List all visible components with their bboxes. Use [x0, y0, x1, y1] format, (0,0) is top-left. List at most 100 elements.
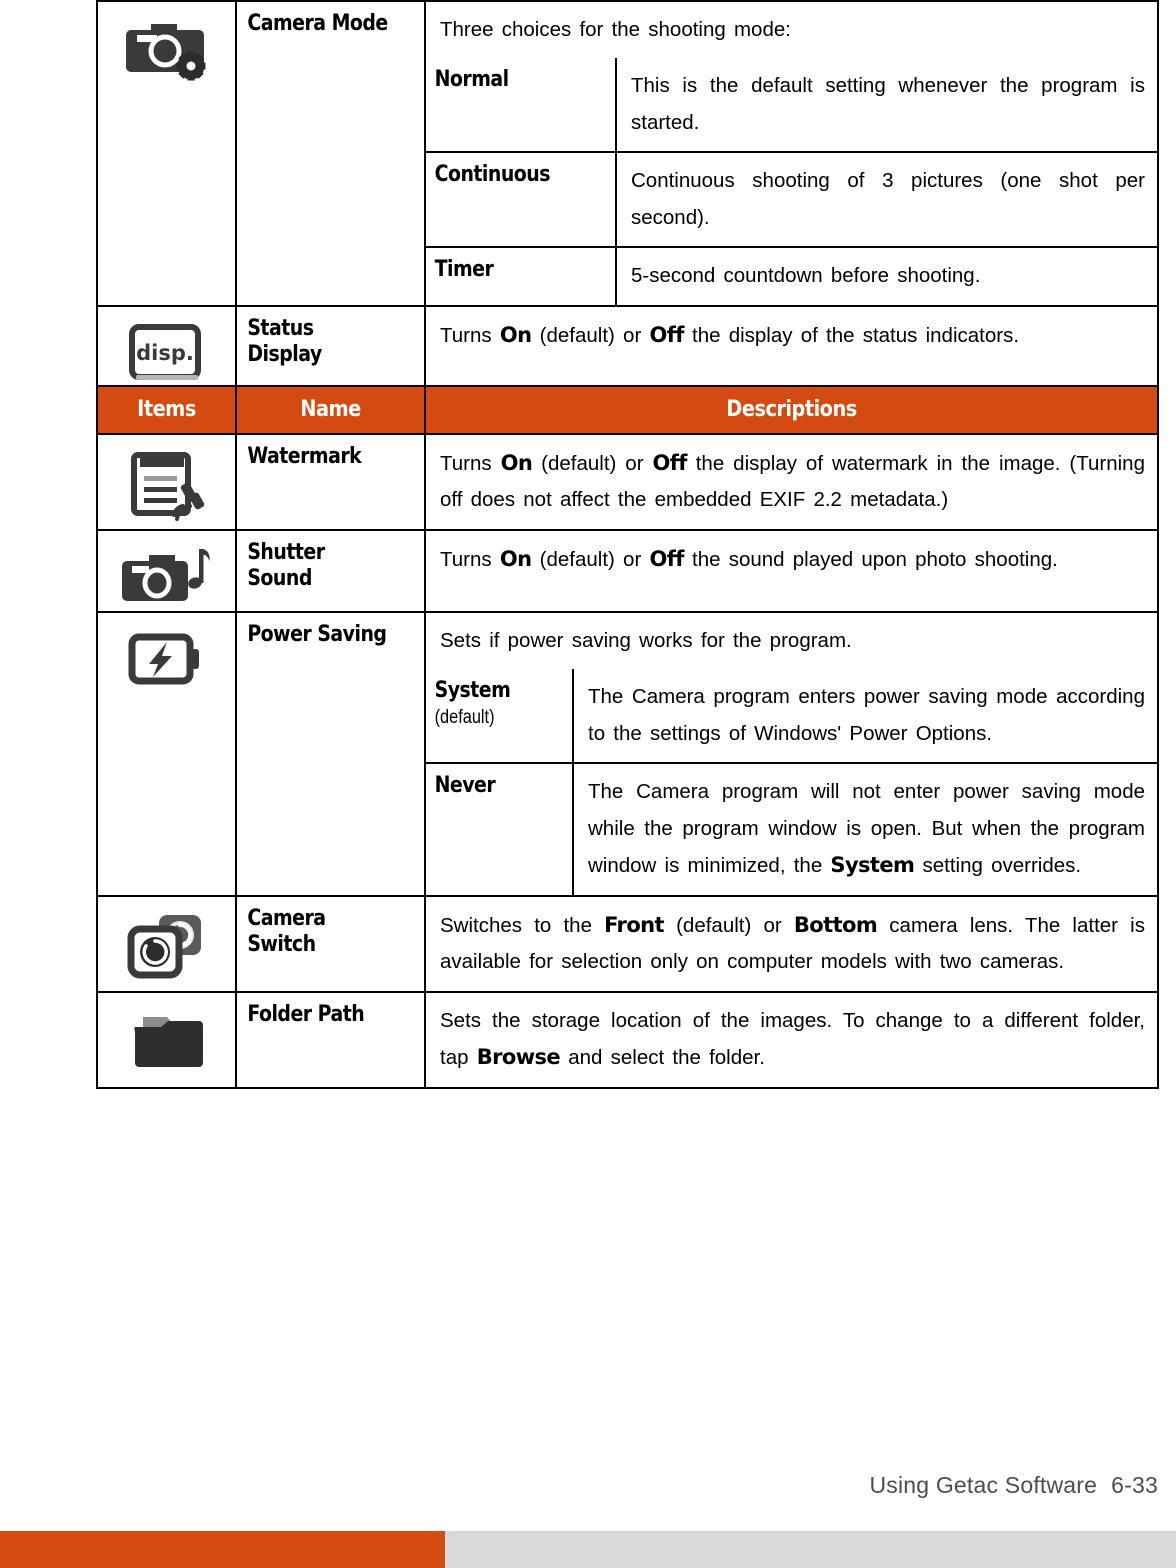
sub-name-cell-normal: Normal: [426, 58, 617, 154]
sub-desc-cell-normal: This is the default setting whenever the…: [616, 58, 1157, 154]
sub-row-normal: Normal This is the default setting whene…: [426, 58, 1157, 154]
camera-mode-intro: Three choices for the shooting mode:: [440, 18, 791, 41]
name-cell-watermark: Watermark: [235, 432, 426, 531]
page-footer: Using Getac Software 6-33: [869, 1472, 1158, 1499]
sub-name-cell-system: System (default): [426, 669, 574, 765]
sub-setting-desc: This is the default setting whenever the…: [631, 74, 1145, 134]
sub-setting-desc: 5-second countdown before shooting.: [631, 264, 981, 288]
icon-cell-shutter-sound: [96, 528, 237, 613]
header-descriptions-label: Descriptions: [726, 397, 857, 423]
document-page: Camera Mode Three choices for the shooti…: [0, 0, 1176, 1568]
sub-desc-cell-continuous: Continuous shooting of 3 pictures (one s…: [616, 151, 1157, 249]
name-cell-status-display: Status Display: [235, 304, 426, 387]
desc-cell-shutter-sound: Turns On (default) or Off the sound play…: [424, 528, 1159, 613]
setting-name: Status Display: [247, 315, 322, 367]
sub-row-never: Never The Camera program will not enter …: [426, 762, 1157, 895]
camera-mode-subtable: Normal This is the default setting whene…: [426, 58, 1157, 305]
power-saving-subtable: System (default) The Camera program ente…: [426, 669, 1157, 895]
settings-table: Camera Mode Three choices for the shooti…: [96, 0, 1159, 1089]
header-cell-descriptions: Descriptions: [424, 384, 1159, 435]
value-on: On: [499, 322, 532, 347]
icon-cell-watermark: [96, 432, 237, 531]
sub-setting-name: Timer: [434, 257, 494, 283]
value-off: Off: [652, 450, 687, 475]
setting-name: Camera Mode: [247, 11, 388, 36]
value-browse: Browse: [476, 1045, 561, 1070]
setting-name: Watermark: [247, 443, 362, 469]
icon-cell-folder-path: [96, 990, 237, 1089]
table-row-status-display: disp. Status Display Turns On (default) …: [96, 304, 1159, 387]
svg-text:disp.: disp.: [136, 341, 194, 365]
folder-icon: [98, 993, 235, 1073]
value-off: Off: [649, 546, 684, 571]
table-header-row: Items Name Descriptions: [96, 384, 1159, 435]
table-row-folder-path: Folder Path Sets the storage location of…: [96, 990, 1159, 1089]
sub-desc-cell-never: The Camera program will not enter power …: [573, 762, 1157, 895]
icon-cell-power-saving: [96, 610, 237, 897]
setting-desc: Turns On (default) or Off the display of…: [440, 450, 1145, 512]
sub-name-cell-continuous: Continuous: [426, 151, 617, 249]
desc-cell-status-display: Turns On (default) or Off the display of…: [424, 304, 1159, 387]
header-name-label: Name: [300, 397, 361, 423]
name-cell-folder-path: Folder Path: [235, 990, 426, 1089]
sub-setting-desc: The Camera program enters power saving m…: [588, 685, 1145, 745]
value-on: On: [500, 450, 533, 475]
setting-desc: Switches to the Front (default) or Botto…: [440, 912, 1145, 974]
sub-desc-cell-system: The Camera program enters power saving m…: [573, 669, 1157, 765]
footer-page-number: 6-33: [1111, 1472, 1158, 1498]
header-cell-name: Name: [235, 384, 426, 435]
name-cell-camera-switch: Camera Switch: [235, 894, 426, 993]
watermark-icon: [98, 435, 235, 525]
sub-name-cell-timer: Timer: [426, 246, 617, 305]
sub-desc-cell-timer: 5-second countdown before shooting.: [616, 246, 1157, 305]
setting-name: Power Saving: [247, 621, 387, 647]
table-row-camera-mode: Camera Mode Three choices for the shooti…: [96, 0, 1159, 307]
sub-setting-name: Continuous: [434, 162, 551, 188]
camera-settings-icon: [98, 2, 235, 84]
icon-cell-camera-mode: [96, 0, 237, 307]
desc-cell-power-saving: Sets if power saving works for the progr…: [424, 610, 1159, 897]
value-front: Front: [604, 912, 664, 937]
sub-setting-default-note: (default): [434, 706, 495, 728]
name-cell-camera-mode: Camera Mode: [235, 0, 426, 307]
sub-setting-desc: The Camera program will not enter power …: [588, 780, 1145, 878]
table-row-camera-switch: Camera Switch Switches to the Front (def…: [96, 894, 1159, 993]
setting-desc: Sets the storage location of the images.…: [440, 1008, 1145, 1070]
sub-setting-name: System (default): [426, 669, 552, 738]
setting-desc: Turns On (default) or Off the sound play…: [440, 546, 1058, 571]
value-system: System: [830, 853, 915, 878]
desc-cell-camera-switch: Switches to the Front (default) or Botto…: [424, 894, 1159, 993]
power-saving-intro: Sets if power saving works for the progr…: [440, 628, 852, 652]
shutter-sound-icon: [98, 531, 235, 611]
name-cell-power-saving: Power Saving: [235, 610, 426, 897]
sub-row-timer: Timer 5-second countdown before shooting…: [426, 246, 1157, 305]
icon-cell-camera-switch: [96, 894, 237, 993]
power-saving-icon: [98, 613, 235, 693]
value-bottom: Bottom: [793, 912, 878, 937]
icon-cell-status-display: disp.: [96, 304, 237, 387]
camera-switch-icon: [98, 897, 235, 983]
sub-name-cell-never: Never: [426, 762, 574, 895]
setting-name: Folder Path: [247, 1001, 365, 1027]
desc-cell-watermark: Turns On (default) or Off the display of…: [424, 432, 1159, 531]
setting-name: Camera Switch: [247, 905, 326, 957]
table-row-power-saving: Power Saving Sets if power saving works …: [96, 610, 1159, 897]
name-cell-shutter-sound: Shutter Sound: [235, 528, 426, 613]
setting-desc: Turns On (default) or Off the display of…: [440, 322, 1020, 347]
footer-orange-bar: [0, 1531, 445, 1568]
disp-button-icon: disp.: [98, 307, 235, 385]
footer-decoration-bar: [0, 1531, 1176, 1568]
desc-cell-camera-mode: Three choices for the shooting mode: Nor…: [424, 0, 1159, 307]
sub-row-continuous: Continuous Continuous shooting of 3 pict…: [426, 151, 1157, 249]
desc-cell-folder-path: Sets the storage location of the images.…: [424, 990, 1159, 1089]
sub-setting-name: Never: [434, 773, 496, 799]
sub-setting-name: Normal: [434, 67, 510, 93]
header-items-label: Items: [137, 397, 196, 423]
table-row-shutter-sound: Shutter Sound Turns On (default) or Off …: [96, 528, 1159, 613]
footer-section-title: Using Getac Software: [869, 1472, 1098, 1498]
sub-row-system: System (default) The Camera program ente…: [426, 669, 1157, 765]
value-on: On: [499, 546, 532, 571]
header-cell-items: Items: [96, 384, 237, 435]
sub-setting-desc: Continuous shooting of 3 pictures (one s…: [631, 169, 1145, 229]
table-row-watermark: Watermark Turns On (default) or Off the …: [96, 432, 1159, 531]
